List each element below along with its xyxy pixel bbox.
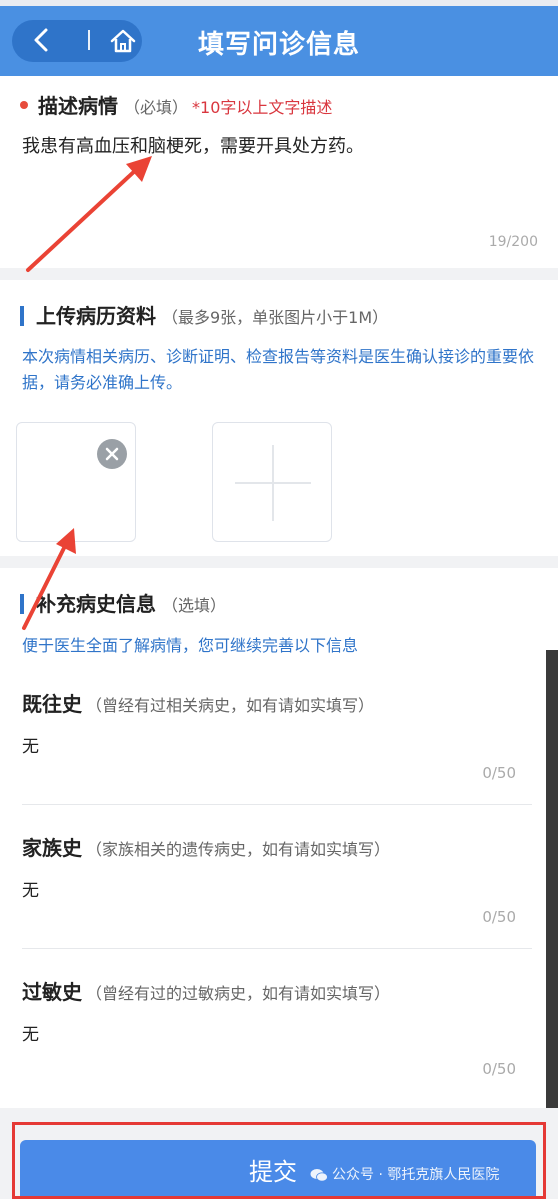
allergy-history-input[interactable]: 无 <box>22 1020 39 1045</box>
family-history-hint: （家族相关的遗传病史，如有请如实填写） <box>86 840 391 859</box>
past-history-input[interactable]: 无 <box>22 732 39 757</box>
add-image-button[interactable] <box>212 422 332 542</box>
upload-hint: （最多9张，单张图片小于1M） <box>162 308 389 327</box>
describe-char-count: 19/200 <box>488 234 538 250</box>
history-hint: （选填） <box>162 596 227 615</box>
wechat-icon <box>310 1169 328 1182</box>
allergy-history-label: 过敏史 <box>22 980 82 1004</box>
past-history-label: 既往史 <box>22 692 82 716</box>
field-divider <box>22 804 532 805</box>
section-divider <box>0 556 558 568</box>
required-dot <box>20 100 28 109</box>
consultation-form-page: 填写问诊信息 描述病情 （必填） *10字以上文字描述 我患有高血压和脑梗死，需要开… <box>0 0 558 1199</box>
upload-description: 本次病情相关病历、诊断证明、检查报告等资料是医生确认接诊的重要依据，请务必准确上… <box>22 347 535 392</box>
allergy-history-hint: （曾经有过的过敏病史，如有请如实填写） <box>86 984 391 1003</box>
submit-highlight-box <box>12 1122 546 1199</box>
describe-required-hint: *10字以上文字描述 <box>192 98 333 117</box>
section-divider <box>0 268 558 280</box>
watermark-text: 公众号 · 鄂托克旗人民医院 <box>332 1167 500 1183</box>
family-history-count: 0/50 <box>482 908 516 926</box>
describe-section-title: 描述病情 （必填） *10字以上文字描述 <box>20 90 332 119</box>
family-history-field[interactable]: 家族史 （家族相关的遗传病史，如有请如实填写） 无 0/50 <box>22 832 532 949</box>
family-history-input[interactable]: 无 <box>22 876 39 901</box>
watermark: 公众号 · 鄂托克旗人民医院 <box>310 1164 499 1184</box>
describe-hint: （必填） <box>124 98 189 117</box>
describe-title-label: 描述病情 <box>38 94 118 118</box>
history-section-title: 补充病史信息 （选填） <box>20 588 226 617</box>
family-history-label: 家族史 <box>22 836 82 860</box>
page-title: 填写问诊信息 <box>197 30 360 60</box>
section-marker <box>20 593 24 614</box>
history-description: 便于医生全面了解病情，您可继续完善以下信息 <box>22 636 359 655</box>
past-history-field[interactable]: 既往史 （曾经有过相关病史，如有请如实填写） 无 0/50 <box>22 688 532 805</box>
annotation-arrow <box>26 156 152 272</box>
history-title-label: 补充病史信息 <box>36 592 156 616</box>
allergy-history-count: 0/50 <box>482 1060 516 1078</box>
describe-textarea[interactable]: 我患有高血压和脑梗死，需要开具处方药。 <box>22 132 364 158</box>
allergy-history-field[interactable]: 过敏史 （曾经有过的过敏病史，如有请如实填写） 无 0/50 <box>22 976 532 1078</box>
past-history-hint: （曾经有过相关病史，如有请如实填写） <box>86 696 375 715</box>
section-marker <box>20 305 24 326</box>
upload-section-title: 上传病历资料 （最多9张，单张图片小于1M） <box>20 300 388 329</box>
upload-title-label: 上传病历资料 <box>36 304 156 328</box>
header-bar: 填写问诊信息 <box>0 0 558 76</box>
family-history-title: 家族史 （家族相关的遗传病史，如有请如实填写） <box>22 832 532 861</box>
past-history-count: 0/50 <box>482 764 516 782</box>
field-divider <box>22 948 532 949</box>
uploaded-image-slot[interactable] <box>16 422 136 542</box>
allergy-history-title: 过敏史 （曾经有过的过敏病史，如有请如实填写） <box>22 976 532 1005</box>
remove-icon[interactable] <box>97 439 127 469</box>
past-history-title: 既往史 （曾经有过相关病史，如有请如实填写） <box>22 688 532 717</box>
plus-icon <box>235 445 311 521</box>
